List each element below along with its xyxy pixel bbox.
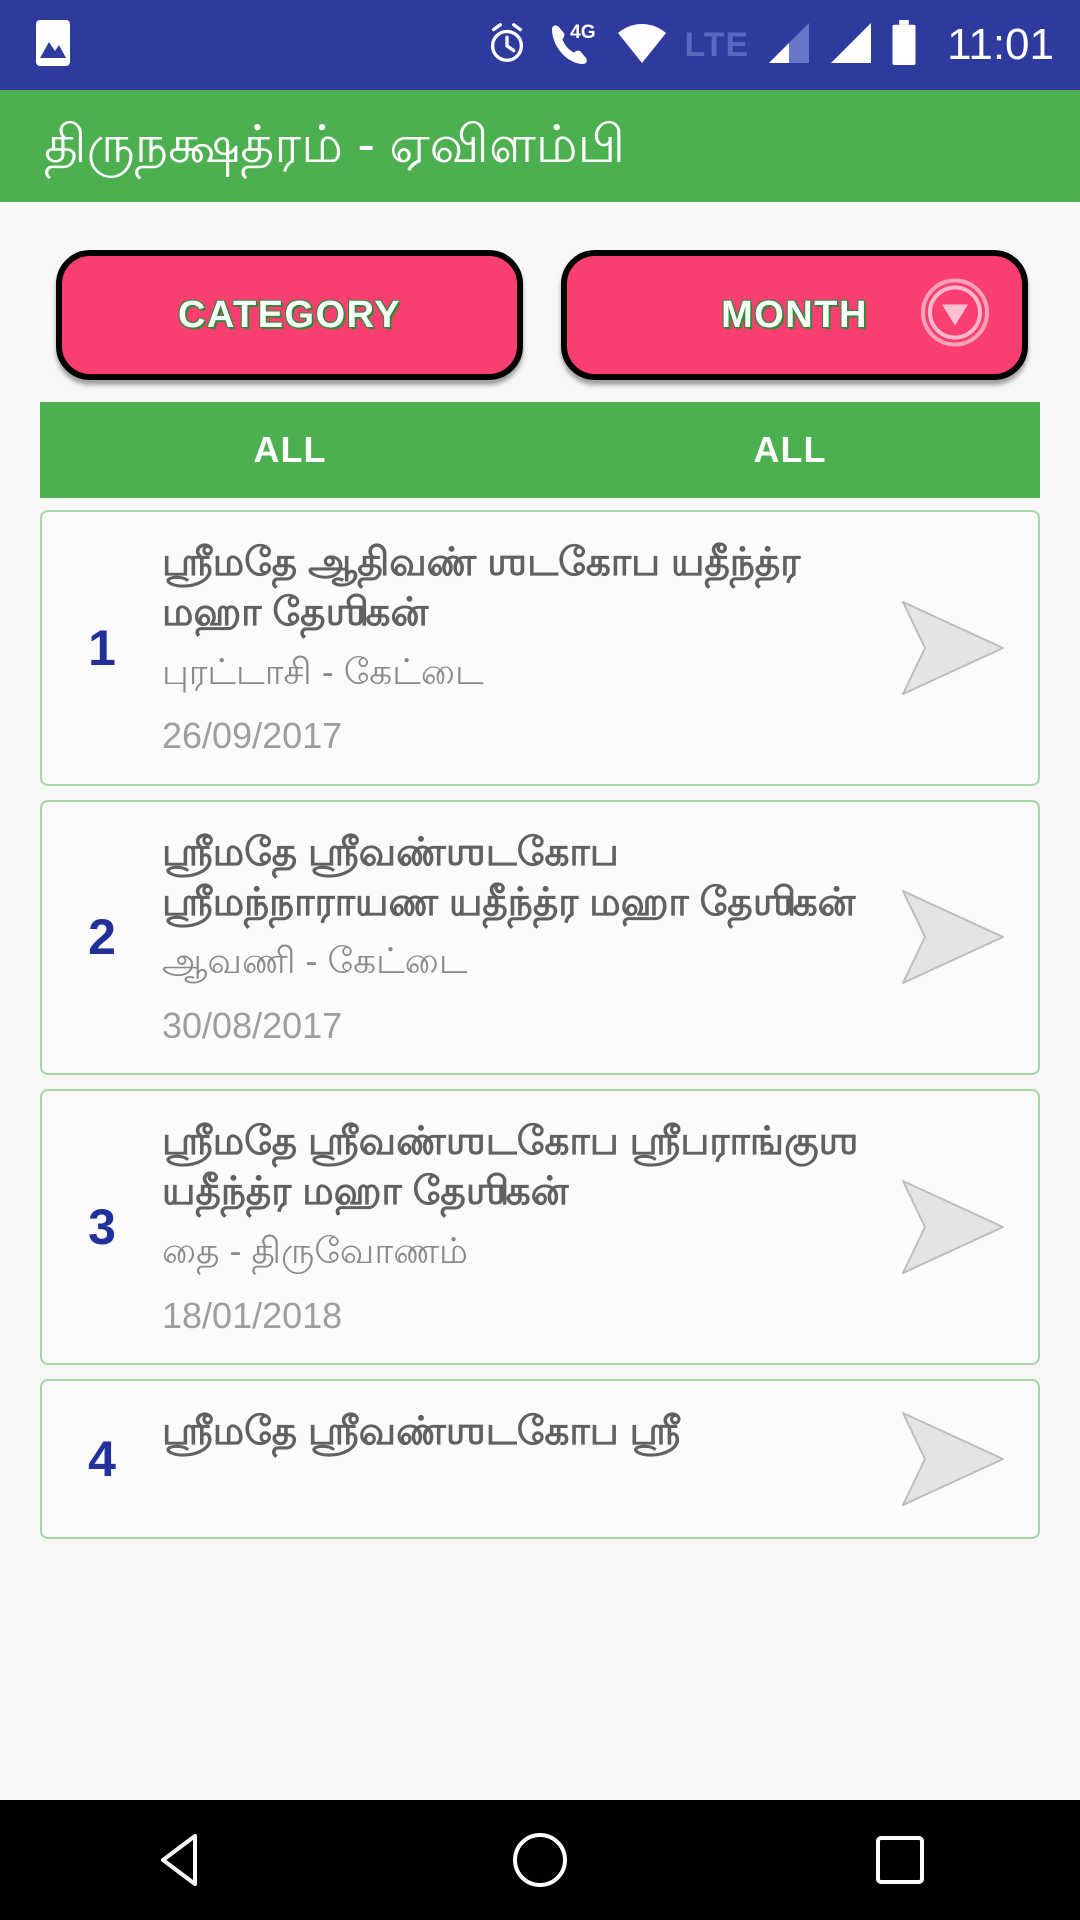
list-item-date: 18/01/2018 — [162, 1294, 343, 1336]
filter-button-row: CATEGORY MONTH — [0, 202, 1080, 402]
app-bar: திருநக்ஷத்ரம் - ஏவிளம்பி — [0, 90, 1080, 202]
list-item-subtitle: தை - திருவோணம் — [162, 1230, 468, 1271]
list-item-date: 30/08/2017 — [162, 1005, 343, 1046]
filter-value-bar: ALL ALL — [40, 402, 1040, 498]
play-arrow-icon[interactable] — [888, 885, 1018, 989]
list-item-date: 26/09/2017 — [162, 715, 343, 757]
status-bar-clock: 11:01 — [947, 20, 1054, 69]
list-item-index: 3 — [88, 1198, 116, 1255]
lte-label: LTE — [684, 26, 750, 64]
play-arrow-icon[interactable] — [888, 1407, 1018, 1511]
nakshatram-list[interactable]: 1 ஶ்ரீமதே ஆதிவண் ஶடகோப யதீந்த்ர மஹா தேஶி… — [40, 498, 1040, 1539]
signal-1-icon — [765, 21, 811, 70]
call-4g-icon: 4G — [546, 20, 600, 71]
list-item-index: 2 — [88, 909, 116, 966]
list-item[interactable]: 1 ஶ்ரீமதே ஆதிவண் ஶடகோப யதீந்த்ர மஹா தேஶி… — [40, 510, 1040, 786]
page-title: திருநக்ஷத்ரம் - ஏவிளம்பி — [44, 116, 626, 175]
image-icon — [36, 19, 70, 71]
category-selected-cell[interactable]: ALL — [40, 429, 540, 471]
status-bar-left — [36, 19, 70, 71]
signal-2-icon — [827, 21, 873, 70]
chevron-down-circle-icon[interactable] — [920, 278, 990, 353]
list-item-index: 1 — [88, 619, 116, 676]
list-item-title: ஶ்ரீமதே ஶ்ரீவண்ஶடகோப ஶ்ரீபராங்குஶ யதீந்த… — [162, 1120, 859, 1214]
phone-screen: 4G LTE 11:01 திருநக்ஷத்ரம் - ஏவிளம்பி CA… — [0, 0, 1080, 1920]
svg-text:4G: 4G — [571, 22, 597, 43]
month-button-label: MONTH — [721, 293, 868, 336]
list-item[interactable]: 4 ஶ்ரீமதே ஶ்ரீவண்ஶடகோப ஶ்ரீ — [40, 1378, 1040, 1539]
category-button-label: CATEGORY — [177, 293, 402, 336]
month-selected-cell[interactable]: ALL — [540, 429, 1040, 471]
category-selected-value: ALL — [253, 429, 327, 470]
battery-icon — [889, 19, 919, 71]
list-item-subtitle: ஆவணி - கேட்டை — [162, 940, 468, 982]
list-item-subtitle: புரட்டாசி - கேட்டை — [162, 650, 484, 692]
recents-square-icon[interactable] — [840, 1800, 960, 1920]
month-selected-value: ALL — [753, 429, 827, 470]
list-item-title: ஶ்ரீமதே ஶ்ரீவண்ஶடகோப ஶ்ரீமந்நாராயண யதீந்… — [162, 830, 856, 924]
play-arrow-icon[interactable] — [888, 1175, 1018, 1279]
list-item-title: ஶ்ரீமதே ஶ்ரீவண்ஶடகோப ஶ்ரீ — [162, 1409, 681, 1453]
home-circle-icon[interactable] — [480, 1800, 600, 1920]
list-item-title: ஶ்ரீமதே ஆதிவண் ஶடகோப யதீந்த்ர மஹா தேஶிகன… — [162, 541, 801, 634]
list-item-body: ஶ்ரீமதே ஶ்ரீவண்ஶடகோப ஶ்ரீபராங்குஶ யதீந்த… — [162, 1117, 888, 1337]
list-item[interactable]: 3 ஶ்ரீமதே ஶ்ரீவண்ஶடகோப ஶ்ரீபராங்குஶ யதீந… — [40, 1089, 1040, 1365]
main-content: CATEGORY MONTH ALL ALL 1 ஶ்ரீமதே ஆதிவண் … — [0, 202, 1080, 1800]
list-item-body: ஶ்ரீமதே ஆதிவண் ஶடகோப யதீந்த்ர மஹா தேஶிகன… — [162, 538, 888, 758]
status-bar-right: 4G LTE 11:01 — [484, 19, 1054, 71]
month-filter-button[interactable]: MONTH — [561, 250, 1028, 380]
status-bar: 4G LTE 11:01 — [0, 0, 1080, 90]
category-filter-button[interactable]: CATEGORY — [56, 250, 523, 380]
list-item-index: 4 — [88, 1430, 116, 1487]
wifi-icon — [616, 21, 668, 70]
list-item-body: ஶ்ரீமதே ஶ்ரீவண்ஶடகோப ஶ்ரீமந்நாராயண யதீந்… — [162, 828, 888, 1048]
play-arrow-icon[interactable] — [888, 596, 1018, 700]
system-navigation-bar — [0, 1800, 1080, 1920]
list-item-body: ஶ்ரீமதே ஶ்ரீவண்ஶடகோப ஶ்ரீ — [162, 1407, 888, 1475]
list-item[interactable]: 2 ஶ்ரீமதே ஶ்ரீவண்ஶடகோப ஶ்ரீமந்நாராயண யதீ… — [40, 799, 1040, 1076]
alarm-icon — [484, 20, 530, 71]
back-triangle-icon[interactable] — [120, 1800, 240, 1920]
